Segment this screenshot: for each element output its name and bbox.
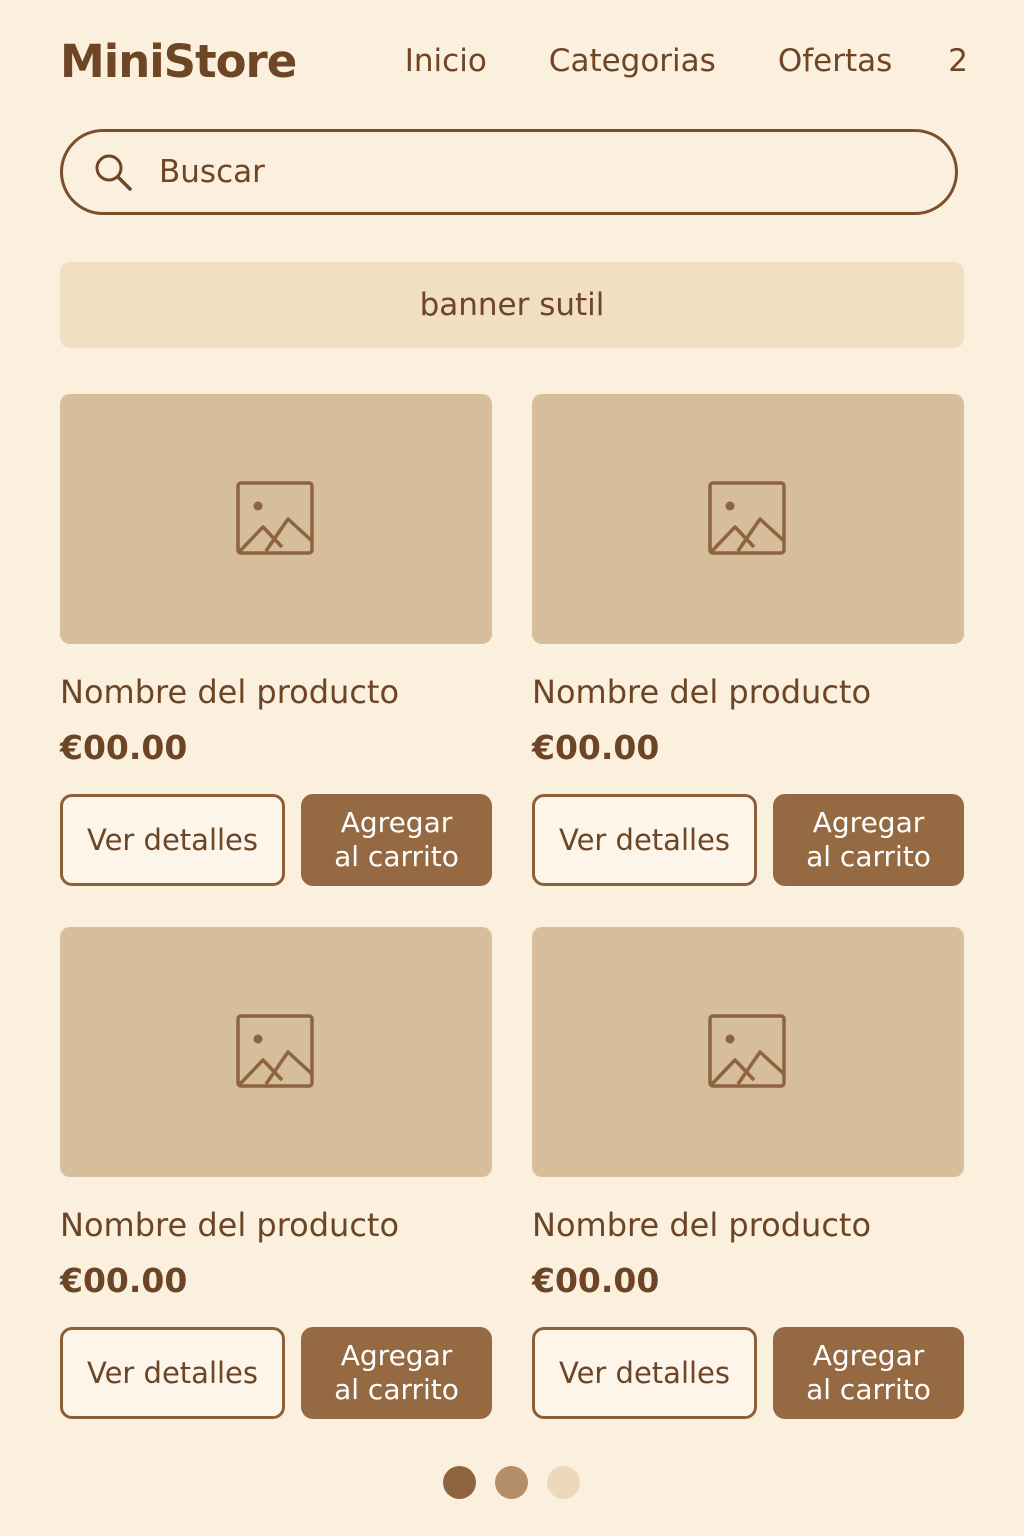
product-price: €00.00 <box>60 1261 188 1300</box>
product-name: Nombre del producto <box>532 673 872 711</box>
search-bar[interactable] <box>60 129 958 215</box>
view-details-button[interactable]: Ver detalles <box>532 1327 757 1419</box>
view-details-button[interactable]: Ver detalles <box>60 1327 285 1419</box>
cart-count-badge[interactable]: 2 <box>948 43 968 79</box>
product-image[interactable] <box>532 927 964 1177</box>
product-image[interactable] <box>532 394 964 644</box>
banner-text: banner sutil <box>419 287 605 323</box>
add-to-cart-button[interactable]: Agregar al carrito <box>773 794 964 886</box>
image-placeholder-icon <box>708 1014 788 1090</box>
promo-banner[interactable]: banner sutil <box>60 262 964 348</box>
nav-item-inicio[interactable]: Inicio <box>405 43 487 79</box>
product-card: Nombre del producto €00.00 Ver detalles … <box>532 394 964 886</box>
product-actions: Ver detalles Agregar al carrito <box>60 794 492 886</box>
product-card: Nombre del producto €00.00 Ver detalles … <box>60 927 492 1419</box>
add-to-cart-button[interactable]: Agregar al carrito <box>301 794 492 886</box>
product-card: Nombre del producto €00.00 Ver detalles … <box>532 927 964 1419</box>
search-input[interactable] <box>159 154 919 190</box>
header: MiniStore Inicio Categorias Ofertas 2 <box>60 28 968 94</box>
product-name: Nombre del producto <box>532 1206 872 1244</box>
nav-item-ofertas[interactable]: Ofertas <box>778 43 892 79</box>
view-details-button[interactable]: Ver detalles <box>532 794 757 886</box>
product-price: €00.00 <box>532 1261 660 1300</box>
product-actions: Ver detalles Agregar al carrito <box>60 1327 492 1419</box>
product-name: Nombre del producto <box>60 673 400 711</box>
pagination-dot-1[interactable] <box>443 1466 476 1499</box>
image-placeholder-icon <box>236 481 316 557</box>
pagination-dot-2[interactable] <box>495 1466 528 1499</box>
product-image[interactable] <box>60 927 492 1177</box>
add-to-cart-button[interactable]: Agregar al carrito <box>773 1327 964 1419</box>
image-placeholder-icon <box>236 1014 316 1090</box>
main-nav: Inicio Categorias Ofertas 2 <box>405 43 968 79</box>
add-to-cart-button[interactable]: Agregar al carrito <box>301 1327 492 1419</box>
store-logo[interactable]: MiniStore <box>60 35 297 88</box>
pagination-dots <box>443 1466 599 1499</box>
product-price: €00.00 <box>532 728 660 767</box>
product-price: €00.00 <box>60 728 188 767</box>
product-actions: Ver detalles Agregar al carrito <box>532 1327 964 1419</box>
product-card: Nombre del producto €00.00 Ver detalles … <box>60 394 492 886</box>
image-placeholder-icon <box>708 481 788 557</box>
nav-item-categorias[interactable]: Categorias <box>549 43 716 79</box>
product-image[interactable] <box>60 394 492 644</box>
pagination-dot-3[interactable] <box>547 1466 580 1499</box>
view-details-button[interactable]: Ver detalles <box>60 794 285 886</box>
product-actions: Ver detalles Agregar al carrito <box>532 794 964 886</box>
search-icon <box>93 152 133 192</box>
product-name: Nombre del producto <box>60 1206 400 1244</box>
